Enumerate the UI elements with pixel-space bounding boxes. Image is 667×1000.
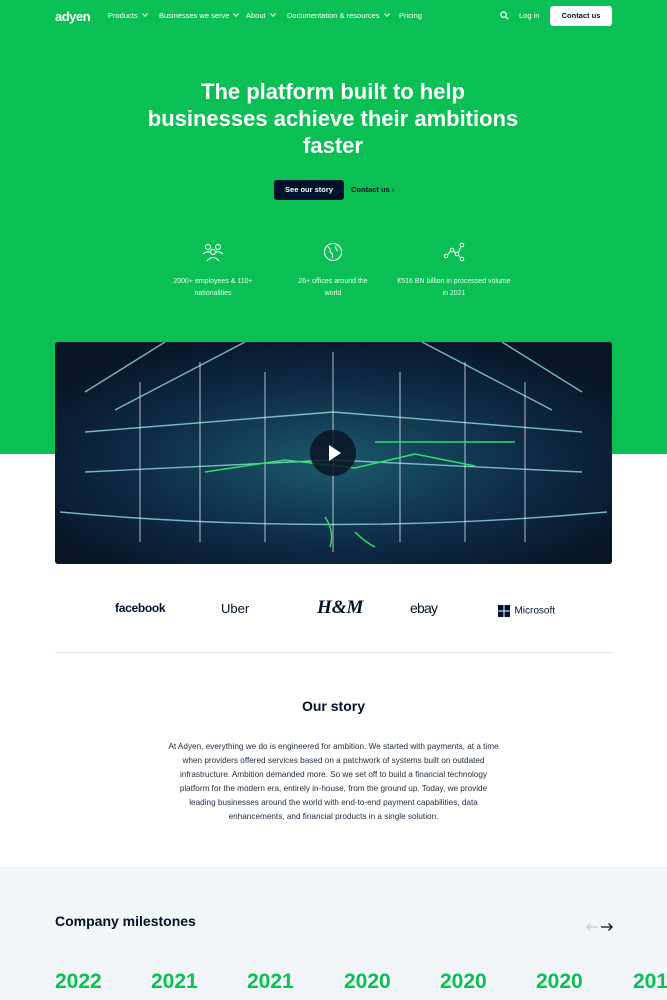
nav-products[interactable]: Products <box>108 11 148 20</box>
nav-documentation[interactable]: Documentation & resources <box>287 11 390 20</box>
milestone-year[interactable]: 2020 <box>536 970 583 994</box>
people-icon <box>202 243 224 262</box>
story-line: leading businesses around the world with… <box>189 798 478 807</box>
stat-volume: €516 BN billion in processed volume in 2… <box>394 242 514 300</box>
hero-title: The platform built to help businesses ac… <box>147 79 519 158</box>
milestone-year[interactable]: 2020 <box>344 970 391 994</box>
nav-businesses[interactable]: Businesses we serve <box>159 11 240 20</box>
milestones-heading: Company milestones <box>55 913 196 929</box>
milestone-year[interactable]: 2020 <box>440 970 487 994</box>
contact-us-button[interactable]: Contact us <box>550 6 612 26</box>
facebook-logo: facebook <box>115 601 166 615</box>
uber-logo: Uber <box>221 601 250 616</box>
hm-logo: H&M <box>317 597 364 618</box>
story-line: when providers offered services based on… <box>182 756 485 765</box>
story-line: platform for the modern era, entirely in… <box>179 784 488 793</box>
top-navigation: adyen Products Businesses we serve About… <box>0 0 667 32</box>
network-icon <box>443 242 465 262</box>
stat-volume-text-2: in 2021 <box>442 290 466 297</box>
story-line: At Adyen, everything we do is engineered… <box>168 742 499 751</box>
milestone-year[interactable]: 2021 <box>247 970 294 994</box>
arrow-left-icon[interactable] <box>585 922 599 932</box>
our-story-heading: Our story <box>301 698 365 714</box>
stat-offices-text-2: world <box>324 290 342 297</box>
milestones-section: Company milestones 2022 2021 2021 2020 2… <box>0 867 667 1000</box>
arrow-right-icon[interactable] <box>600 922 614 932</box>
microsoft-logo: Microsoft <box>498 602 555 620</box>
chevron-down-icon <box>141 11 148 17</box>
ebay-logo: ebay <box>410 600 438 616</box>
globe-icon <box>323 242 343 262</box>
adyen-logo[interactable]: adyen <box>55 9 91 24</box>
story-line: infrastructure. Ambition demanded more. … <box>179 770 488 779</box>
chevron-down-icon <box>269 11 276 17</box>
milestone-year[interactable]: 2022 <box>55 970 102 994</box>
play-button[interactable] <box>310 430 356 476</box>
microsoft-windows-icon <box>498 604 510 617</box>
stat-employees-text-2: nationalities <box>194 290 232 297</box>
microsoft-wordmark: Microsoft <box>514 605 556 617</box>
section-divider <box>55 652 612 653</box>
chevron-down-icon <box>233 11 240 17</box>
nav-pricing[interactable]: Pricing <box>399 11 422 20</box>
stat-employees: 2000+ employees & 110+ nationalities <box>158 242 268 300</box>
our-story-paragraph: At Adyen, everything we do is engineered… <box>148 740 519 824</box>
see-our-story-button[interactable]: See our story <box>274 180 344 200</box>
stat-employees-text: 2000+ employees & 110+ <box>173 278 253 285</box>
play-icon <box>329 445 341 461</box>
login-link[interactable]: Log in <box>519 11 539 20</box>
stat-volume-text: €516 BN billion in processed volume <box>397 278 511 285</box>
stat-offices: 26+ offices around the world <box>278 242 388 300</box>
stat-offices-text: 26+ offices around the <box>298 278 368 285</box>
milestone-year[interactable]: 2019 <box>633 970 667 994</box>
contact-us-link[interactable]: Contact us › <box>351 185 394 194</box>
story-line: enhancements, and financial products in … <box>228 812 439 821</box>
chevron-down-icon <box>383 11 390 17</box>
milestone-year[interactable]: 2021 <box>151 970 198 994</box>
search-icon[interactable] <box>500 11 509 20</box>
nav-about[interactable]: About <box>246 11 276 20</box>
